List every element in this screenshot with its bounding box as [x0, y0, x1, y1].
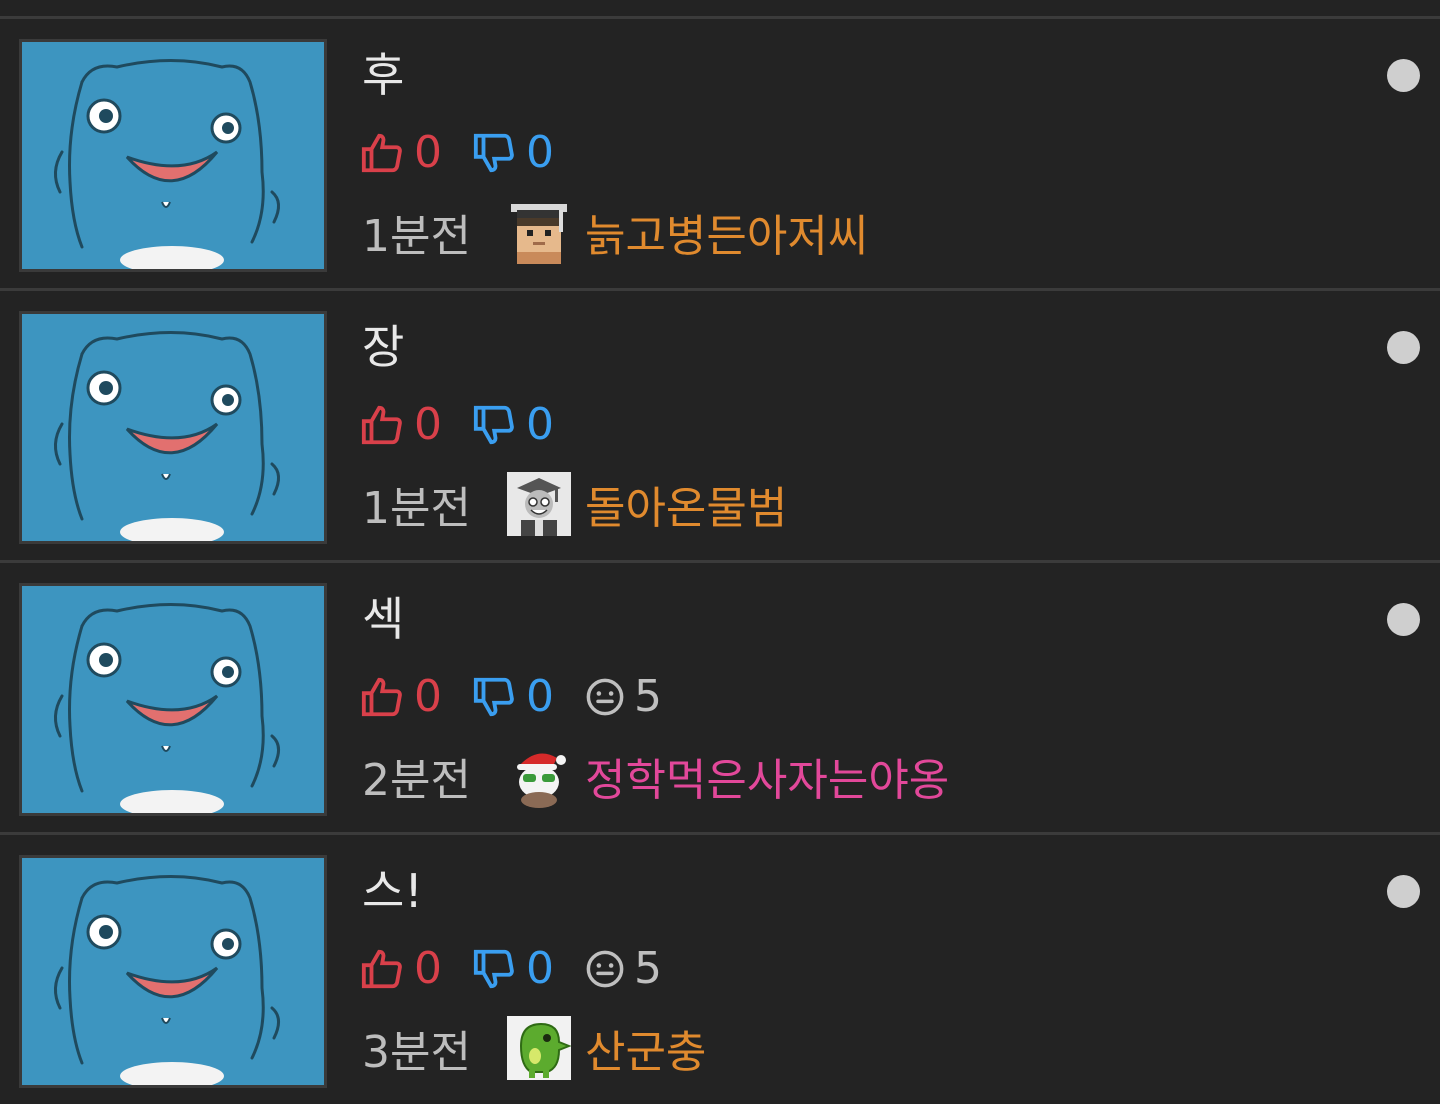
comment-stat[interactable]: 5	[584, 669, 662, 725]
dislike-count: 0	[526, 127, 554, 178]
post-stats: 0 0	[360, 125, 584, 181]
post-meta: 1분전 늙고병든아저씨	[362, 199, 868, 265]
list-item[interactable]: 장 0 0 1분전 돌아온물범	[0, 291, 1440, 563]
blue-creature-thumbnail-icon	[22, 314, 324, 541]
thumbs-down-icon	[473, 405, 514, 445]
pixel-graduate-avatar-icon[interactable]	[506, 200, 571, 264]
unread-dot-icon	[1387, 331, 1420, 364]
like-count: 0	[414, 671, 442, 722]
blue-creature-thumbnail-icon	[22, 42, 324, 269]
like-stat[interactable]: 0	[360, 941, 442, 997]
post-stats: 0 0	[360, 397, 584, 453]
like-stat[interactable]: 0	[360, 397, 442, 453]
unread-dot-icon	[1387, 875, 1420, 908]
post-meta: 1분전 돌아온물범	[362, 471, 787, 537]
thumbs-up-icon	[361, 949, 402, 989]
thumbs-up-icon	[361, 133, 402, 173]
post-stats: 0 0 5	[360, 669, 692, 725]
like-count: 0	[414, 943, 442, 994]
comment-count: 5	[634, 671, 662, 722]
comment-stat[interactable]: 5	[584, 941, 662, 997]
post-thumbnail[interactable]	[19, 311, 327, 544]
dislike-stat[interactable]: 0	[472, 669, 554, 725]
post-list: 후 0 0 1분전 늙고병든아저씨 장 0 0 1분전 돌아온물범 섹 0 0 …	[0, 19, 1440, 1104]
dislike-count: 0	[526, 671, 554, 722]
post-meta: 2분전 정학먹은사자는야옹	[362, 743, 949, 809]
list-item[interactable]: 섹 0 0 5 2분전 정학먹은사자는야옹	[0, 563, 1440, 835]
list-item[interactable]: 스! 0 0 5 3분전 산군충	[0, 835, 1440, 1104]
dislike-stat[interactable]: 0	[472, 397, 554, 453]
like-stat[interactable]: 0	[360, 125, 442, 181]
post-stats: 0 0 5	[360, 941, 692, 997]
smiley-comment-icon	[586, 678, 624, 716]
post-title[interactable]: 장	[362, 319, 404, 375]
author-name[interactable]: 돌아온물범	[585, 472, 787, 536]
author-name[interactable]: 정학먹은사자는야옹	[585, 744, 949, 808]
author-name[interactable]: 늙고병든아저씨	[585, 200, 868, 264]
post-title[interactable]: 후	[362, 47, 404, 103]
grayscale-graduate-avatar-icon[interactable]	[506, 472, 571, 536]
thumbs-up-icon	[361, 677, 402, 717]
green-creature-avatar-icon[interactable]	[506, 1016, 571, 1080]
like-count: 0	[414, 399, 442, 450]
author-name[interactable]: 산군충	[585, 1016, 706, 1080]
thumbs-down-icon	[473, 677, 514, 717]
post-time: 3분전	[362, 1027, 471, 1078]
blue-creature-thumbnail-icon	[22, 586, 324, 813]
smiley-comment-icon	[586, 950, 624, 988]
post-meta: 3분전 산군충	[362, 1015, 706, 1081]
blue-creature-thumbnail-icon	[22, 858, 324, 1085]
post-title[interactable]: 스!	[362, 863, 423, 919]
dislike-stat[interactable]: 0	[472, 941, 554, 997]
post-title[interactable]: 섹	[362, 591, 404, 647]
santa-hat-avatar-icon[interactable]	[506, 744, 571, 808]
post-time: 1분전	[362, 211, 471, 262]
comment-count: 5	[634, 943, 662, 994]
thumbs-up-icon	[361, 405, 402, 445]
post-thumbnail[interactable]	[19, 39, 327, 272]
like-stat[interactable]: 0	[360, 669, 442, 725]
like-count: 0	[414, 127, 442, 178]
post-thumbnail[interactable]	[19, 855, 327, 1088]
dislike-count: 0	[526, 943, 554, 994]
thumbs-down-icon	[473, 949, 514, 989]
list-item[interactable]: 후 0 0 1분전 늙고병든아저씨	[0, 19, 1440, 291]
post-time: 1분전	[362, 483, 471, 534]
post-time: 2분전	[362, 755, 471, 806]
dislike-count: 0	[526, 399, 554, 450]
dislike-stat[interactable]: 0	[472, 125, 554, 181]
thumbs-down-icon	[473, 133, 514, 173]
post-thumbnail[interactable]	[19, 583, 327, 816]
unread-dot-icon	[1387, 603, 1420, 636]
unread-dot-icon	[1387, 59, 1420, 92]
